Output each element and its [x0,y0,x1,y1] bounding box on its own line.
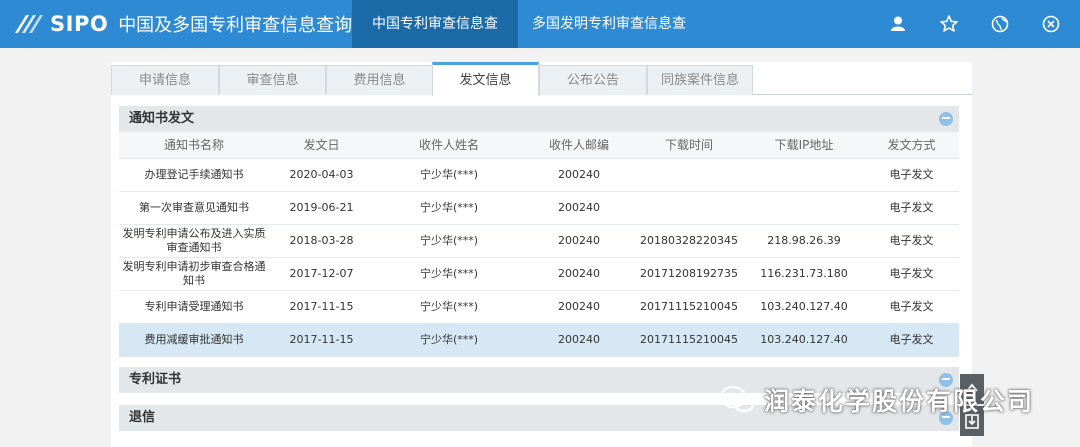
notice-name-cell: 第一次审查意见通知书 [119,191,269,225]
dispatch-date-cell: 2018-03-28 [269,224,374,258]
tab-publication[interactable]: 公布公告 [539,65,647,95]
download-time-cell: 20171208192735 [634,257,744,291]
download-time-cell: 20171115210045 [634,290,744,324]
recipient-zip-cell: 200240 [524,257,634,291]
table-row[interactable]: 第一次审查意见通知书 2019-06-21 宁少华(***) 200240 电子… [119,191,959,225]
notice-name-cell: 费用减缓审批通知书 [119,323,269,357]
download-ip-cell: 116.231.73.180 [744,257,864,291]
tab-fee-info[interactable]: 费用信息 [326,65,433,95]
download-ip-cell: 218.98.26.39 [744,224,864,258]
recipient-name-cell: 宁少华(***) [374,290,524,324]
dispatch-mode-cell: 电子发文 [864,191,959,225]
recipient-name-cell: 宁少华(***) [374,257,524,291]
dispatch-mode-cell: 电子发文 [864,323,959,357]
dispatch-date-cell: 2017-12-07 [269,257,374,291]
column-header: 下载IP地址 [744,132,864,159]
recipient-zip-cell: 200240 [524,323,634,357]
recipient-zip-cell: 200240 [524,290,634,324]
column-header: 发文日 [269,132,374,159]
collapse-icon[interactable] [939,112,953,126]
section-title: 专利证书 [129,372,182,387]
table-header-row: 通知书名称 发文日 收件人姓名 收件人邮编 下载时间 下载IP地址 发文方式 [119,132,959,159]
table-row[interactable]: 办理登记手续通知书 2020-04-03 宁少华(***) 200240 电子发… [119,158,959,192]
recipient-name-cell: 宁少华(***) [374,224,524,258]
recipient-name-cell: 宁少华(***) [374,323,524,357]
recipient-zip-cell: 200240 [524,191,634,225]
section-notice-dispatch: 通知书发文 [119,106,959,132]
section-title: 退信 [129,410,156,425]
download-time-cell: 20180328220345 [634,224,744,258]
download-time-cell: 20171115210045 [634,323,744,357]
notice-name-cell: 发明专利申请公布及进入实质审查通知书 [119,224,269,258]
user-icon[interactable] [888,14,908,34]
globe-icon[interactable] [990,14,1010,34]
download-ip-cell [744,191,864,225]
dispatch-mode-cell: 电子发文 [864,158,959,192]
download-time-cell [634,191,744,225]
notice-name-cell: 专利申请受理通知书 [119,290,269,324]
column-header: 通知书名称 [119,132,269,159]
close-icon[interactable] [1041,14,1061,34]
watermark-text: 润泰化学股份有限公司 [764,387,1035,416]
dispatch-date-cell: 2017-11-15 [269,323,374,357]
recipient-name-cell: 宁少华(***) [374,158,524,192]
dispatch-date-cell: 2020-04-03 [269,158,374,192]
recipient-name-cell: 宁少华(***) [374,191,524,225]
column-header: 收件人邮编 [524,132,634,159]
dispatch-mode-cell: 电子发文 [864,224,959,258]
site-name: 中国及多国专利审查信息查询 [118,15,353,36]
nav-multi-country-query[interactable]: 多国发明专利审查信息查询 [518,0,710,80]
table-row-selected[interactable]: 费用减缓审批通知书 2017-11-15 宁少华(***) 200240 201… [119,323,959,357]
site-logo[interactable]: SIPO 中国及多国专利审查信息查询 [12,8,352,40]
nav-china-patent-query[interactable]: 中国专利审查信息查询 [352,0,518,80]
star-icon[interactable] [939,14,959,34]
recipient-zip-cell: 200240 [524,158,634,192]
download-time-cell [634,158,744,192]
notice-name-cell: 办理登记手续通知书 [119,158,269,192]
dispatch-mode-cell: 电子发文 [864,290,959,324]
notice-table: 通知书名称 发文日 收件人姓名 收件人邮编 下载时间 下载IP地址 发文方式 办… [119,132,959,357]
tab-examination-info[interactable]: 审查信息 [219,65,326,95]
download-ip-cell: 103.240.127.40 [744,290,864,324]
table-row[interactable]: 发明专利申请公布及进入实质审查通知书 2018-03-28 宁少华(***) 2… [119,224,959,258]
tab-dispatch-info[interactable]: 发文信息 [432,62,539,96]
download-ip-cell [744,158,864,192]
wechat-icon [719,385,756,413]
download-ip-cell: 103.240.127.40 [744,323,864,357]
info-tabs: 申请信息 审查信息 费用信息 发文信息 公布公告 同族案件信息 [111,62,972,96]
dispatch-date-cell: 2019-06-21 [269,191,374,225]
column-header: 收件人姓名 [374,132,524,159]
top-navigation-bar: SIPO 中国及多国专利审查信息查询 中国专利审查信息查询 多国发明专利审查信息… [0,0,1080,80]
wechat-watermark: 润泰化学股份有限公司 [718,382,1034,418]
table-row[interactable]: 发明专利申请初步审查合格通知书 2017-12-07 宁少华(***) 2002… [119,257,959,291]
section-title: 通知书发文 [129,111,195,126]
notice-name-cell: 发明专利申请初步审查合格通知书 [119,257,269,291]
dispatch-mode-cell: 电子发文 [864,257,959,291]
tab-family-cases[interactable]: 同族案件信息 [647,65,753,95]
column-header: 发文方式 [864,132,959,159]
sipo-logo-icon [15,15,43,33]
table-row[interactable]: 专利申请受理通知书 2017-11-15 宁少华(***) 200240 201… [119,290,959,324]
column-header: 下载时间 [634,132,744,159]
logo-text: SIPO [50,12,109,36]
recipient-zip-cell: 200240 [524,224,634,258]
tab-application-info[interactable]: 申请信息 [111,65,219,95]
dispatch-date-cell: 2017-11-15 [269,290,374,324]
